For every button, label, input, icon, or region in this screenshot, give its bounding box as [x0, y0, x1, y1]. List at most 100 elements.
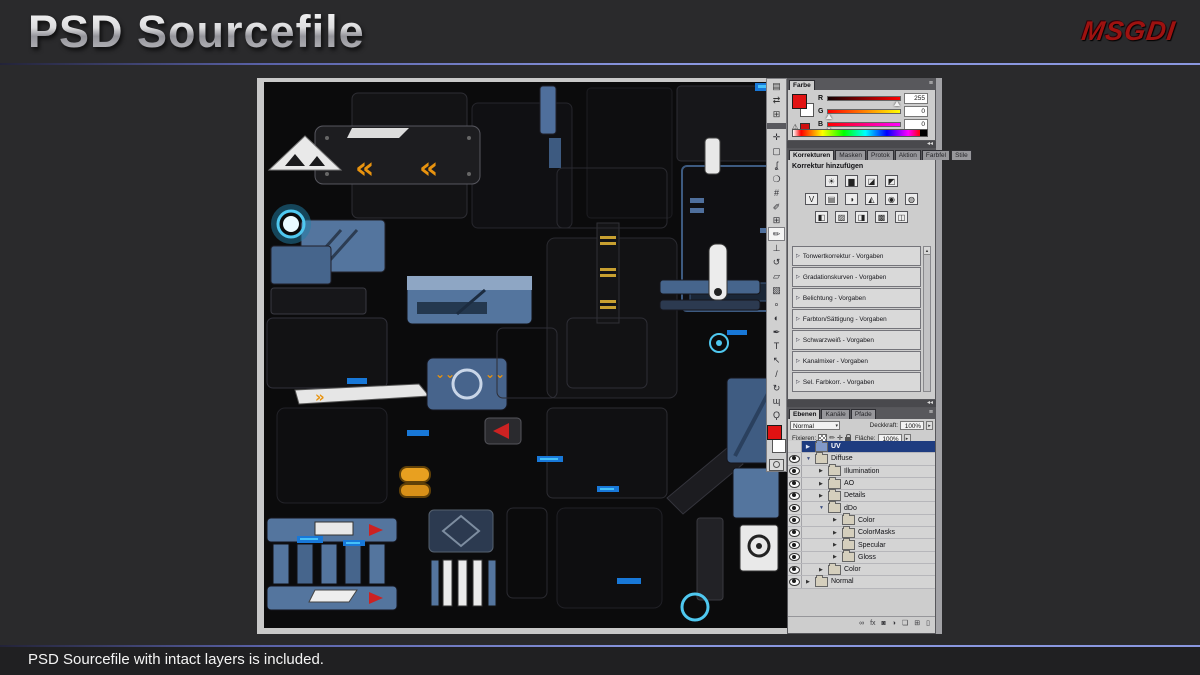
expand-arrow-icon[interactable]: ▶ — [819, 481, 825, 487]
tab-ebenen[interactable]: Ebenen — [789, 409, 821, 419]
layer-row-gloss[interactable]: ▶ Gloss — [788, 550, 935, 564]
panel-dock-icon-1[interactable]: ▤ — [772, 82, 781, 91]
blue-value-field[interactable]: 0 — [904, 118, 928, 130]
blue-slider[interactable] — [826, 121, 901, 132]
blur-tool-icon[interactable]: ∘ — [768, 297, 785, 311]
expand-arrow-icon[interactable]: ▶ — [833, 517, 839, 523]
brush-tool-icon[interactable]: ✏ — [768, 227, 785, 242]
layer-row-uv[interactable]: ▶ UV — [788, 439, 935, 454]
green-slider[interactable] — [826, 108, 901, 119]
adj-vibrance-icon[interactable]: V — [805, 193, 818, 205]
adj-photo-filter-icon[interactable]: ◉ — [885, 193, 898, 205]
adj-color-balance-icon[interactable]: ◑ — [845, 193, 858, 205]
preset-row[interactable]: ▷ Tonwertkorrektur - Vorgaben — [792, 246, 921, 266]
toolbar-header[interactable] — [767, 123, 786, 129]
layer-row-diffuse[interactable]: ▼ Diffuse — [788, 451, 935, 466]
new-layer-icon[interactable]: ⊞ — [914, 619, 920, 629]
adj-brightness-contrast-icon[interactable]: ☀ — [825, 175, 838, 187]
adjustment-layer-icon[interactable]: ◑ — [892, 619, 896, 629]
tab-korrekturen[interactable]: Korrekturen — [789, 150, 835, 160]
visibility-toggle[interactable] — [788, 453, 802, 465]
tab-masken[interactable]: Masken — [835, 150, 866, 160]
adj-hue-saturation-icon[interactable]: ▤ — [825, 193, 838, 205]
slider-handle[interactable] — [894, 100, 900, 106]
adj-exposure-icon[interactable]: ◩ — [885, 175, 898, 187]
zoom-tool-icon[interactable]: Ϙ — [768, 408, 785, 422]
expand-arrow-icon[interactable]: ▷ — [796, 295, 800, 301]
visibility-toggle[interactable] — [788, 563, 802, 576]
blend-mode-select[interactable]: Normal ▾ — [790, 421, 840, 430]
layer-row-details[interactable]: ▶ Details — [788, 488, 935, 503]
expand-arrow-icon[interactable]: ▶ — [806, 444, 812, 450]
line-tool-icon[interactable]: / — [768, 367, 785, 381]
visibility-toggle[interactable] — [788, 490, 802, 502]
marquee-tool-icon[interactable]: ▢ — [768, 144, 785, 158]
expand-arrow-icon[interactable]: ▷ — [796, 253, 800, 259]
expand-arrow-icon[interactable]: ▶ — [819, 493, 825, 499]
adj-threshold-icon[interactable]: ◨ — [855, 211, 868, 223]
layer-row-specular[interactable]: ▶ Specular — [788, 538, 935, 552]
type-tool-icon[interactable]: T — [768, 339, 785, 353]
expand-arrow-icon[interactable]: ▷ — [796, 274, 800, 280]
move-tool-icon[interactable]: ✛ — [768, 130, 785, 144]
layer-row-ddo[interactable]: ▼ dDo — [788, 501, 935, 515]
expand-arrow-icon[interactable]: ▼ — [806, 456, 812, 462]
panel-dock-icon-2[interactable]: ⇄ — [773, 96, 781, 105]
panel-collapse-bar[interactable]: ◂◂ — [787, 141, 936, 148]
layer-row-color[interactable]: ▶ Color — [788, 513, 935, 528]
tab-aktionen[interactable]: Aktion — [894, 150, 921, 160]
adj-channel-mixer-icon[interactable]: ◍ — [905, 193, 918, 205]
opacity-field[interactable]: 100% — [900, 421, 924, 430]
panel-collapse-bar[interactable]: ◂◂ — [787, 400, 936, 407]
layer-row-normal[interactable]: ▶ Normal — [788, 574, 935, 589]
texture-canvas[interactable]: « « » ⌄⌄ ⌄⌄ — [257, 78, 787, 634]
green-value-field[interactable]: 0 — [904, 105, 928, 117]
eraser-tool-icon[interactable]: ▱ — [768, 269, 785, 283]
preset-row[interactable]: ▷ Sel. Farbkorr. - Vorgaben — [792, 372, 921, 392]
visibility-toggle[interactable] — [788, 551, 802, 563]
adj-black-white-icon[interactable]: ◭ — [865, 193, 878, 205]
tab-protokoll[interactable]: Protok — [866, 150, 894, 160]
layer-row-colormasks[interactable]: ▶ ColorMasks — [788, 525, 935, 540]
layer-row-ao[interactable]: ▶ AO — [788, 476, 935, 491]
layer-group-icon[interactable]: ❏ — [902, 619, 908, 629]
layer-row-color2[interactable]: ▶ Color — [788, 562, 935, 577]
tab-farbe[interactable]: Farbe — [789, 80, 815, 90]
preset-row[interactable]: ▷ Belichtung - Vorgaben — [792, 288, 921, 308]
quick-mask-icon[interactable] — [769, 459, 784, 472]
tab-kanaele[interactable]: Kanäle — [821, 409, 850, 419]
crop-tool-icon[interactable]: # — [768, 186, 785, 200]
lasso-tool-icon[interactable]: ʆ — [768, 158, 785, 172]
expand-arrow-icon[interactable]: ▶ — [819, 567, 825, 573]
clone-stamp-tool-icon[interactable]: ⊥ — [768, 241, 785, 255]
visibility-toggle[interactable] — [788, 539, 802, 551]
adj-posterize-icon[interactable]: ▨ — [835, 211, 848, 223]
link-layers-icon[interactable]: ∞ — [859, 619, 864, 629]
color-spectrum-ramp[interactable] — [792, 129, 928, 137]
visibility-toggle[interactable] — [788, 502, 802, 514]
adj-levels-icon[interactable]: ▆ — [845, 175, 858, 187]
slider-handle[interactable] — [826, 113, 832, 119]
adj-gradient-map-icon[interactable]: ▩ — [875, 211, 888, 223]
expand-arrow-icon[interactable]: ▶ — [833, 530, 839, 536]
visibility-toggle[interactable] — [788, 527, 802, 539]
history-brush-tool-icon[interactable]: ↺ — [768, 255, 785, 269]
rotate-view-tool-icon[interactable]: ↻ — [768, 381, 785, 395]
expand-arrow-icon[interactable]: ▷ — [796, 316, 800, 322]
scroll-up-icon[interactable]: ▲ — [924, 247, 930, 255]
visibility-toggle[interactable] — [788, 441, 802, 453]
preset-scrollbar[interactable]: ▲ — [923, 246, 931, 392]
hand-tool-icon[interactable]: ɰ — [768, 394, 785, 408]
expand-arrow-icon[interactable]: ▶ — [833, 542, 839, 548]
opacity-spinner-icon[interactable]: ▸ — [926, 421, 933, 430]
adj-selective-color-icon[interactable]: ◫ — [895, 211, 908, 223]
foreground-color-swatch[interactable] — [767, 425, 782, 441]
visibility-toggle[interactable] — [788, 477, 802, 490]
tab-farbfelder[interactable]: Farbfel — [921, 150, 951, 160]
visibility-toggle[interactable] — [788, 465, 802, 477]
pen-tool-icon[interactable]: ✒ — [768, 325, 785, 339]
expand-arrow-icon[interactable]: ▶ — [806, 579, 812, 585]
expand-arrow-icon[interactable]: ▶ — [819, 468, 825, 474]
panel-menu-icon[interactable]: ≡ — [929, 80, 933, 87]
quick-selection-tool-icon[interactable]: ❍ — [768, 172, 785, 186]
